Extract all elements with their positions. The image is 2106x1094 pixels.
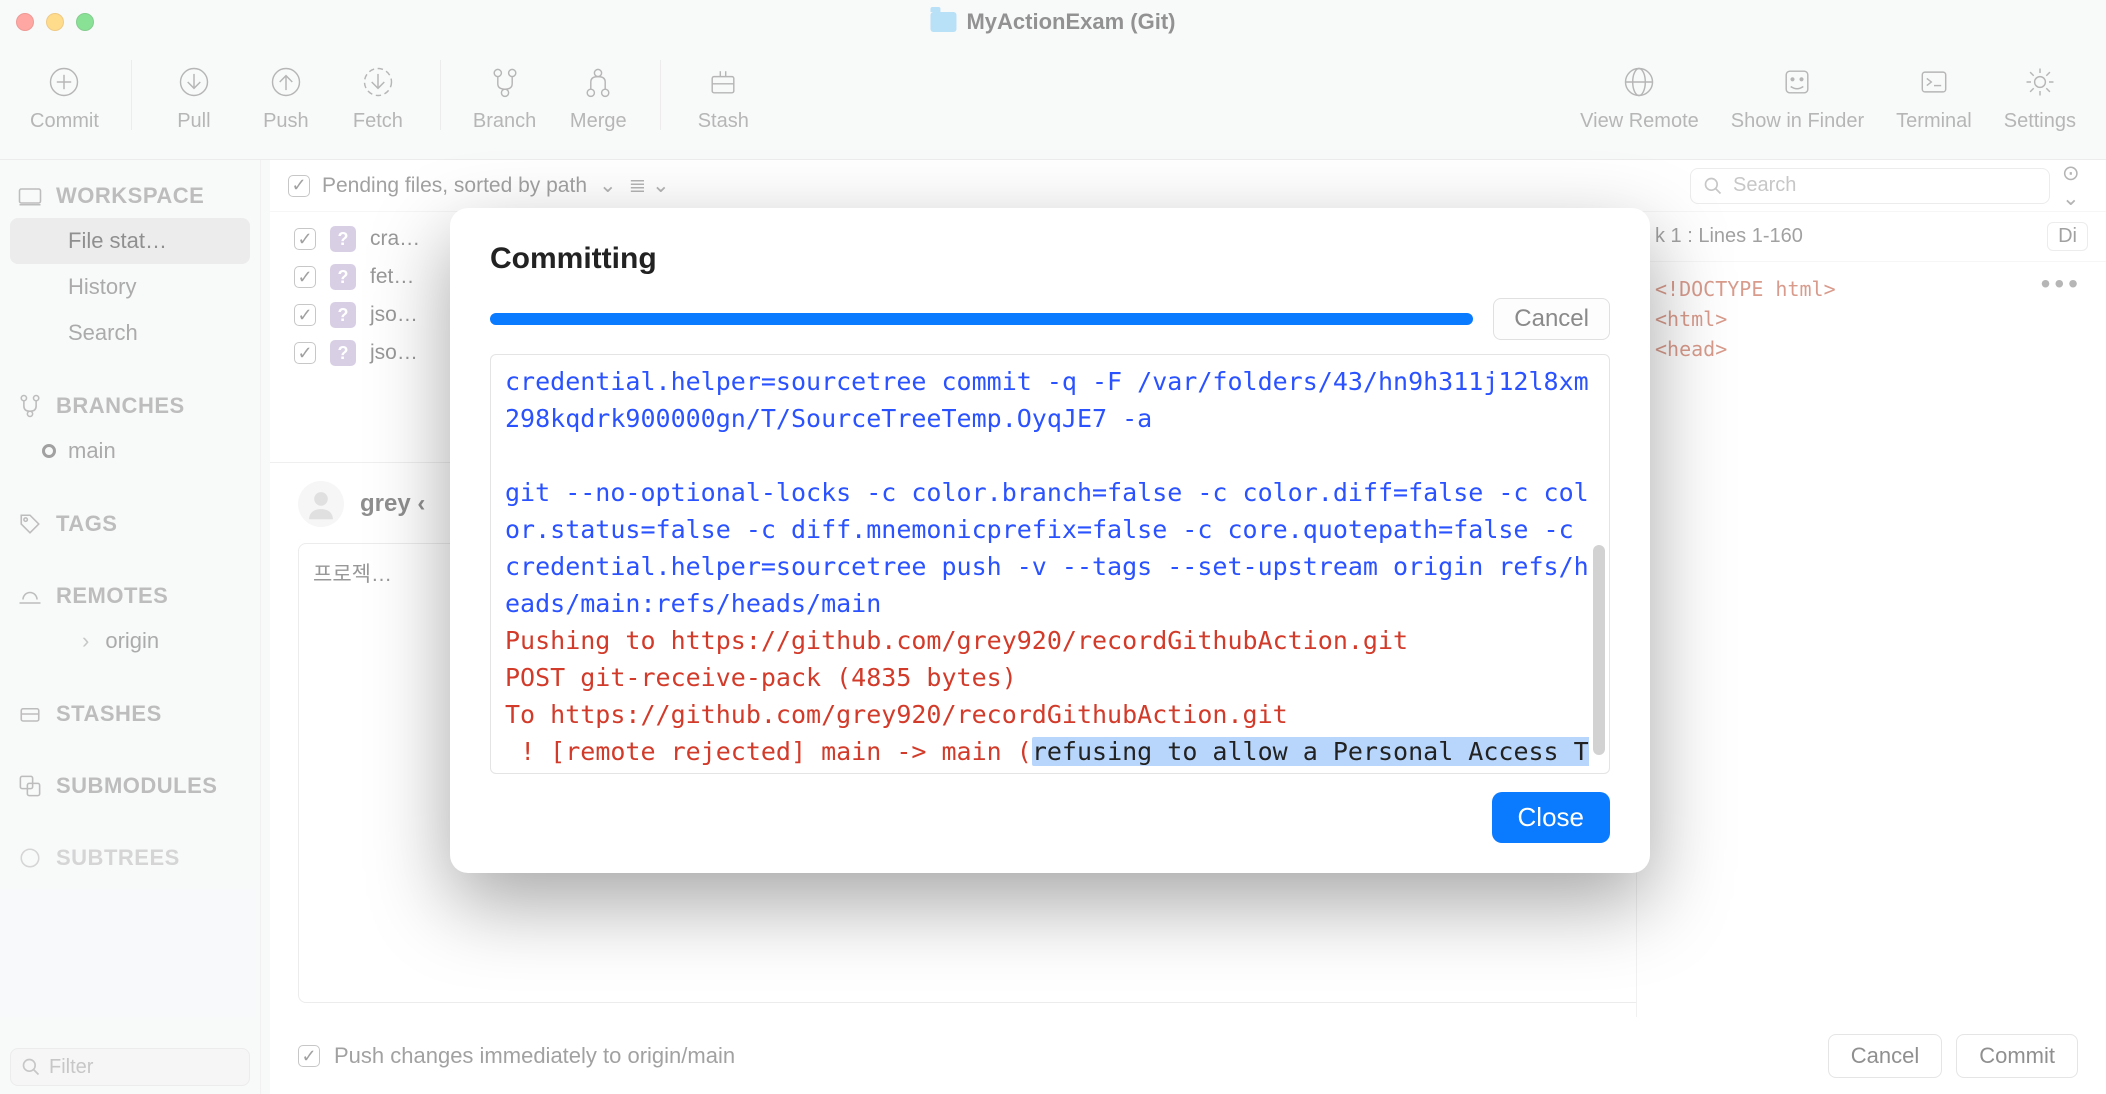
plus-circle-icon [42,60,86,104]
push-label: Push [263,110,309,133]
terminal-icon [1912,60,1956,104]
stash-toolbar-button[interactable]: Stash [683,56,763,137]
subtrees-header: SUBTREES [56,845,180,871]
push-toolbar-button[interactable]: Push [246,56,326,137]
commit-toolbar-button[interactable]: Commit [20,56,109,137]
file-status-icon: ? [330,264,356,290]
dialog-cancel-button[interactable]: Cancel [1493,298,1610,340]
commit-author[interactable]: grey ‹ [360,490,425,518]
sidebar-item-main-branch[interactable]: main [10,428,250,474]
filter-placeholder: Filter [49,1056,93,1079]
tags-header: TAGS [56,511,117,537]
settings-gear-icon[interactable]: ⊙ ⌄ [2062,173,2088,199]
file-status-icon: ? [330,226,356,252]
zoom-window-button[interactable] [76,13,94,31]
commit-label: Commit [30,110,99,133]
file-checkbox[interactable] [294,304,316,326]
terminal-label: Terminal [1896,110,1972,133]
pull-toolbar-button[interactable]: Pull [154,56,234,137]
stashes-header: STASHES [56,701,162,727]
file-name: jso… [370,303,418,327]
submodules-header: SUBMODULES [56,773,217,799]
file-name: fet… [370,265,414,289]
view-mode-icon[interactable]: ≣ ⌄ [629,173,670,198]
dialog-close-button[interactable]: Close [1492,792,1610,843]
view-remote-toolbar-button[interactable]: View Remote [1570,56,1709,137]
search-icon [21,1057,41,1077]
show-in-finder-toolbar-button[interactable]: Show in Finder [1721,56,1874,137]
gear-icon [2018,60,2062,104]
fetch-toolbar-button[interactable]: Fetch [338,56,418,137]
close-window-button[interactable] [16,13,34,31]
more-options-icon[interactable]: ••• [2041,268,2082,300]
pending-all-checkbox[interactable] [288,175,310,197]
titlebar: MyActionExam (Git) [0,0,2106,44]
file-status-icon: ? [330,340,356,366]
fetch-icon [356,60,400,104]
toolbar: Commit Pull Push Fetch Branch Merge Stas… [0,44,2106,160]
push-icon [264,60,308,104]
search-icon [1703,176,1723,196]
file-name: jso… [370,341,418,365]
stash-label: Stash [698,110,749,133]
avatar [298,481,344,527]
git-log-output[interactable]: credential.helper=sourcetree commit -q -… [490,354,1610,774]
chevron-down-icon[interactable]: ⌄ [599,173,617,198]
dialog-title: Committing [490,242,1610,276]
sidebar-splitter[interactable] [260,160,270,1094]
merge-toolbar-button[interactable]: Merge [558,56,638,137]
hunk-label: k 1 : Lines 1-160 [1655,225,1803,248]
branch-toolbar-button[interactable]: Branch [463,56,546,137]
search-input[interactable]: Search [1690,168,2050,204]
globe-icon [1617,60,1661,104]
window-title: MyActionExam (Git) [966,9,1175,35]
file-status-icon: ? [330,302,356,328]
file-checkbox[interactable] [294,228,316,250]
show-in-finder-label: Show in Finder [1731,110,1864,133]
origin-label: origin [105,628,159,654]
sidebar: WORKSPACE File stat… History Search BRAN… [0,160,260,1094]
sidebar-filter-input[interactable]: Filter [10,1048,250,1086]
pull-label: Pull [177,110,210,133]
merge-label: Merge [570,110,627,133]
settings-toolbar-button[interactable]: Settings [1994,56,2086,137]
sidebar-item-origin[interactable]: origin [10,618,250,664]
log-scrollbar[interactable] [1593,545,1605,755]
workspace-header: WORKSPACE [56,183,204,209]
commit-button[interactable]: Commit [1956,1034,2078,1078]
settings-label: Settings [2004,110,2076,133]
minimize-window-button[interactable] [46,13,64,31]
committing-dialog: Committing Cancel credential.helper=sour… [450,208,1650,873]
file-checkbox[interactable] [294,266,316,288]
discard-button[interactable]: Di [2047,222,2088,251]
file-checkbox[interactable] [294,342,316,364]
finder-icon [1775,60,1819,104]
fetch-label: Fetch [353,110,403,133]
sidebar-item-search[interactable]: Search [10,310,250,356]
pull-icon [172,60,216,104]
view-remote-label: View Remote [1580,110,1699,133]
stash-icon [701,60,745,104]
pending-label[interactable]: Pending files, sorted by path [322,174,587,198]
progress-bar [490,313,1473,325]
file-name: cra… [370,227,420,251]
folder-icon [930,12,956,32]
push-immediately-checkbox[interactable] [298,1045,320,1067]
terminal-toolbar-button[interactable]: Terminal [1886,56,1982,137]
remotes-header: REMOTES [56,583,168,609]
sidebar-item-history[interactable]: History [10,264,250,310]
cancel-button[interactable]: Cancel [1828,1034,1942,1078]
branches-header: BRANCHES [56,393,185,419]
branch-icon [483,60,527,104]
sidebar-item-file-status[interactable]: File stat… [10,218,250,264]
branch-label: Branch [473,110,536,133]
merge-icon [576,60,620,104]
diff-content: <!DOCTYPE html> <html> <head> [1637,262,2106,376]
main-branch-label: main [68,438,116,464]
search-placeholder: Search [1733,174,1796,197]
push-immediately-label: Push changes immediately to origin/main [334,1043,735,1069]
